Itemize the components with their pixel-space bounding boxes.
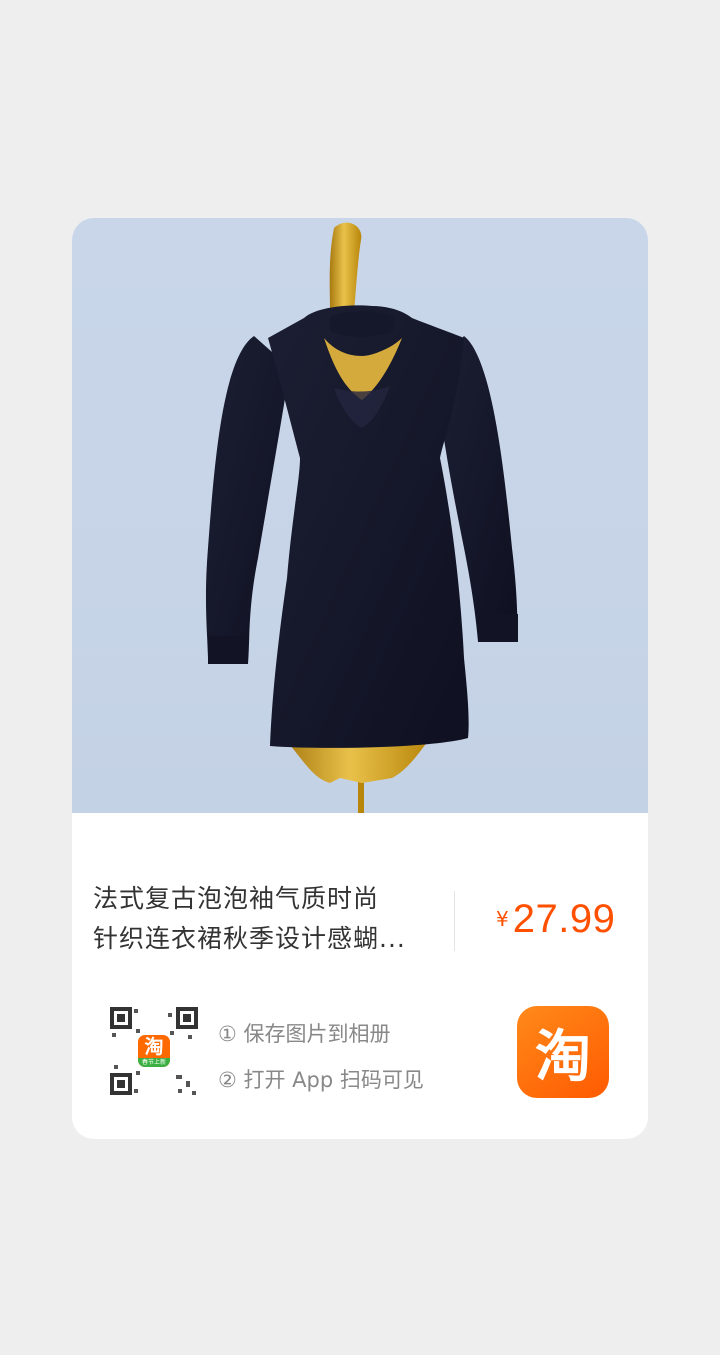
product-title-line-2: 针织连衣裙秋季设计感蝴...: [93, 924, 406, 953]
share-card: 法式复古泡泡袖气质时尚 针织连衣裙秋季设计感蝴... ¥27.99 淘 春节上新…: [72, 218, 648, 1139]
product-title-line-1: 法式复古泡泡袖气质时尚: [93, 884, 380, 913]
product-image[interactable]: [72, 218, 648, 813]
taobao-logo-char: 淘: [535, 1024, 591, 1090]
small-logo-tag: 春节上新: [138, 1058, 170, 1067]
currency-symbol: ¥: [496, 907, 509, 931]
taobao-icon[interactable]: 淘: [517, 1006, 609, 1098]
small-logo-char: 淘: [144, 1036, 164, 1058]
step-open-app: ② 打开 App 扫码可见: [218, 1068, 424, 1092]
step-save-image: ① 保存图片到相册: [218, 1022, 391, 1046]
taobao-small-logo: 淘 春节上新: [138, 1035, 170, 1067]
product-info: 法式复古泡泡袖气质时尚 针织连衣裙秋季设计感蝴... ¥27.99 淘 春节上新…: [72, 813, 648, 1139]
divider: [454, 891, 455, 951]
product-title[interactable]: 法式复古泡泡袖气质时尚 针织连衣裙秋季设计感蝴...: [93, 879, 433, 959]
price-amount: 27.99: [512, 897, 616, 941]
qr-code[interactable]: 淘 春节上新: [108, 1005, 200, 1097]
product-price: ¥27.99: [496, 897, 615, 942]
dress-on-mannequin-image: [205, 222, 518, 813]
scan-instructions: ① 保存图片到相册 ② 打开 App 扫码可见: [218, 1011, 424, 1103]
